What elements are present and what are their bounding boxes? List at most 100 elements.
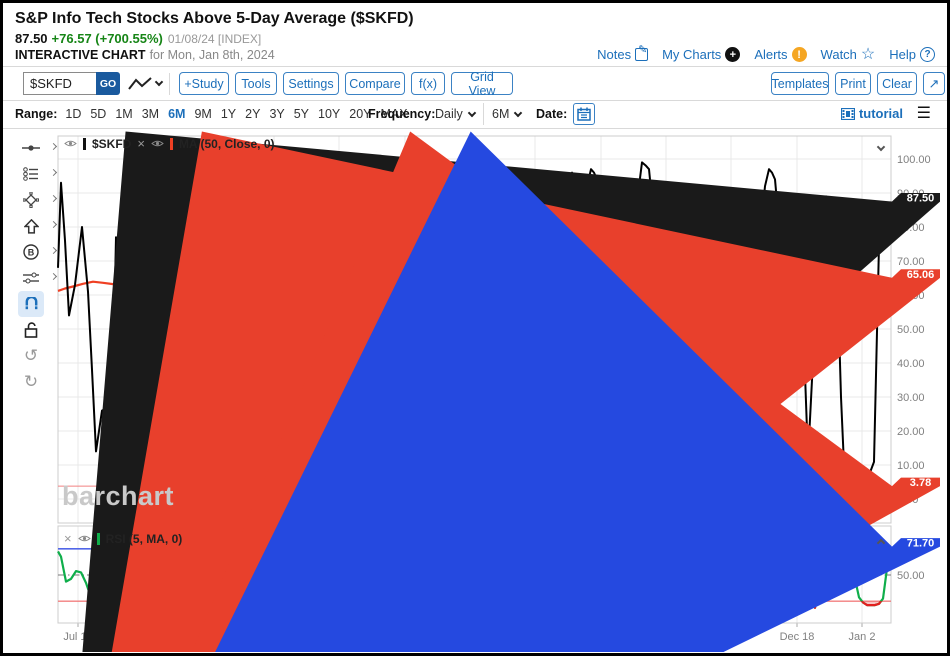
barchart-watermark: barchart	[62, 481, 174, 512]
rsi-legend: × RSI (5, MA, 0)	[64, 531, 182, 546]
main-legend-symbol: $SKFD	[92, 137, 131, 151]
divider	[3, 128, 947, 129]
frequency-select[interactable]: Daily	[435, 107, 463, 121]
svg-text:10.00: 10.00	[897, 460, 925, 472]
help-link[interactable]: Help?	[889, 47, 935, 62]
divider	[3, 66, 947, 67]
chart-area: B ↺ ↻ 100.0090.0080.0070.0060.0050.0040.…	[6, 131, 944, 650]
divider	[3, 100, 947, 101]
notes-link[interactable]: Notes	[597, 47, 648, 62]
clear-button[interactable]: Clear	[877, 72, 917, 95]
fx-button[interactable]: f(x)	[411, 72, 445, 95]
go-button[interactable]: GO	[96, 72, 120, 95]
magnet-icon	[24, 297, 39, 312]
main-legend: $SKFD × MA (50, Close, 0)	[64, 136, 275, 151]
range-3y[interactable]: 3Y	[269, 107, 284, 121]
my-charts-link[interactable]: My Charts+	[662, 47, 740, 62]
svg-text:87.50: 87.50	[907, 193, 935, 205]
interactive-chart-sub: for Mon, Jan 8th, 2024	[150, 48, 275, 62]
chart-svg[interactable]: 100.0090.0080.0070.0060.0050.0040.0030.0…	[55, 131, 945, 652]
range-1d[interactable]: 1D	[65, 107, 81, 121]
drawing-toolbar: B ↺ ↻	[6, 135, 55, 395]
annotate-b-button[interactable]: B	[14, 239, 48, 265]
svg-text:100.00: 100.00	[897, 154, 931, 166]
alerts-link[interactable]: Alerts!	[754, 47, 806, 62]
lock-button[interactable]	[14, 317, 48, 343]
range-10y[interactable]: 10Y	[318, 107, 340, 121]
eye-icon[interactable]	[151, 139, 164, 148]
notes-icon	[635, 48, 648, 61]
study-button[interactable]: +Study	[179, 72, 229, 95]
redo-button[interactable]: ↻	[14, 369, 48, 395]
frequency-label: Frequency:	[368, 107, 435, 121]
range-1y[interactable]: 1Y	[221, 107, 236, 121]
redo-icon: ↻	[24, 372, 38, 392]
eye-icon[interactable]	[64, 139, 77, 148]
rsi-panel-collapse-button[interactable]	[878, 533, 884, 551]
plus-icon: +	[725, 47, 740, 62]
symbol-input[interactable]	[23, 72, 96, 95]
zoom-select[interactable]: 6M	[492, 107, 509, 121]
frequency-chevron-icon[interactable]	[468, 109, 476, 117]
indicators-button[interactable]	[14, 161, 48, 187]
ma-legend-label: MA (50, Close, 0)	[179, 137, 275, 151]
menu-icon[interactable]: ☰	[917, 105, 931, 123]
compare-button[interactable]: Compare	[345, 72, 405, 95]
chart-type-icon[interactable]	[127, 76, 153, 92]
star-icon: ☆	[861, 48, 875, 61]
range-1m[interactable]: 1M	[115, 107, 132, 121]
undo-button[interactable]: ↺	[14, 343, 48, 369]
zoom-chevron-icon[interactable]	[514, 109, 522, 117]
unlock-icon	[24, 322, 38, 338]
chevron-down-icon	[877, 143, 885, 151]
expand-button[interactable]: ↗	[923, 72, 945, 95]
arrow-tool-button[interactable]	[14, 213, 48, 239]
print-button[interactable]: Print	[835, 72, 871, 95]
tools-button[interactable]: Tools	[235, 72, 277, 95]
svg-text:B: B	[28, 248, 35, 258]
range-3m[interactable]: 3M	[142, 107, 159, 121]
settings-button[interactable]: Settings	[283, 72, 339, 95]
rsi-legend-label: RSI (5, MA, 0)	[106, 532, 183, 546]
chart-type-chevron-icon[interactable]	[155, 78, 163, 86]
app-frame: S&P Info Tech Stocks Above 5-Day Average…	[0, 0, 950, 656]
watch-link[interactable]: Watch☆	[821, 47, 876, 62]
range-9m[interactable]: 9M	[194, 107, 211, 121]
svg-text:65.06: 65.06	[907, 269, 935, 281]
svg-text:70.00: 70.00	[897, 256, 925, 268]
svg-text:71.70: 71.70	[907, 538, 935, 550]
remove-ma-icon[interactable]: ×	[137, 136, 145, 151]
range-2y[interactable]: 2Y	[245, 107, 260, 121]
range-bar: Range: 1D 5D 1M 3M 6M 9M 1Y 2Y 3Y 5Y 10Y…	[15, 104, 417, 124]
date-label: Date:	[536, 107, 567, 121]
quote-row: 87.50+76.57 (+700.55%)01/08/24 [INDEX]	[15, 31, 261, 46]
help-icon: ?	[920, 47, 935, 62]
header-links: Notes My Charts+ Alerts! Watch☆ Help?	[597, 47, 935, 62]
range-6m-active[interactable]: 6M	[168, 107, 185, 121]
tutorial-link[interactable]: tutorial	[841, 106, 903, 121]
magnet-tool-button[interactable]	[18, 291, 44, 317]
calendar-button[interactable]	[573, 103, 595, 125]
undo-icon: ↺	[24, 346, 38, 366]
svg-text:3.78: 3.78	[910, 477, 931, 489]
svg-text:20.00: 20.00	[897, 426, 925, 438]
remove-rsi-icon[interactable]: ×	[64, 531, 72, 546]
annotation-tool-button[interactable]	[14, 135, 48, 161]
adjust-button[interactable]	[14, 265, 48, 291]
main-panel-collapse-button[interactable]	[878, 137, 884, 155]
templates-button[interactable]: Templates	[771, 72, 829, 95]
film-icon	[841, 108, 855, 120]
arrow-up-icon	[24, 219, 39, 234]
chevron-up-icon	[877, 539, 885, 547]
range-5d[interactable]: 5D	[90, 107, 106, 121]
expand-arrow-icon: ↗	[929, 76, 940, 92]
grid-view-button[interactable]: Grid View	[451, 72, 513, 95]
range-5y[interactable]: 5Y	[294, 107, 309, 121]
shapes-button[interactable]	[14, 187, 48, 213]
sliders-icon	[23, 272, 39, 284]
rsi-color-swatch	[97, 533, 100, 545]
range-label: Range:	[15, 107, 57, 121]
eye-icon[interactable]	[78, 534, 91, 543]
interactive-chart-row: INTERACTIVE CHARTfor Mon, Jan 8th, 2024	[15, 48, 275, 62]
series-color-swatch	[83, 138, 86, 150]
